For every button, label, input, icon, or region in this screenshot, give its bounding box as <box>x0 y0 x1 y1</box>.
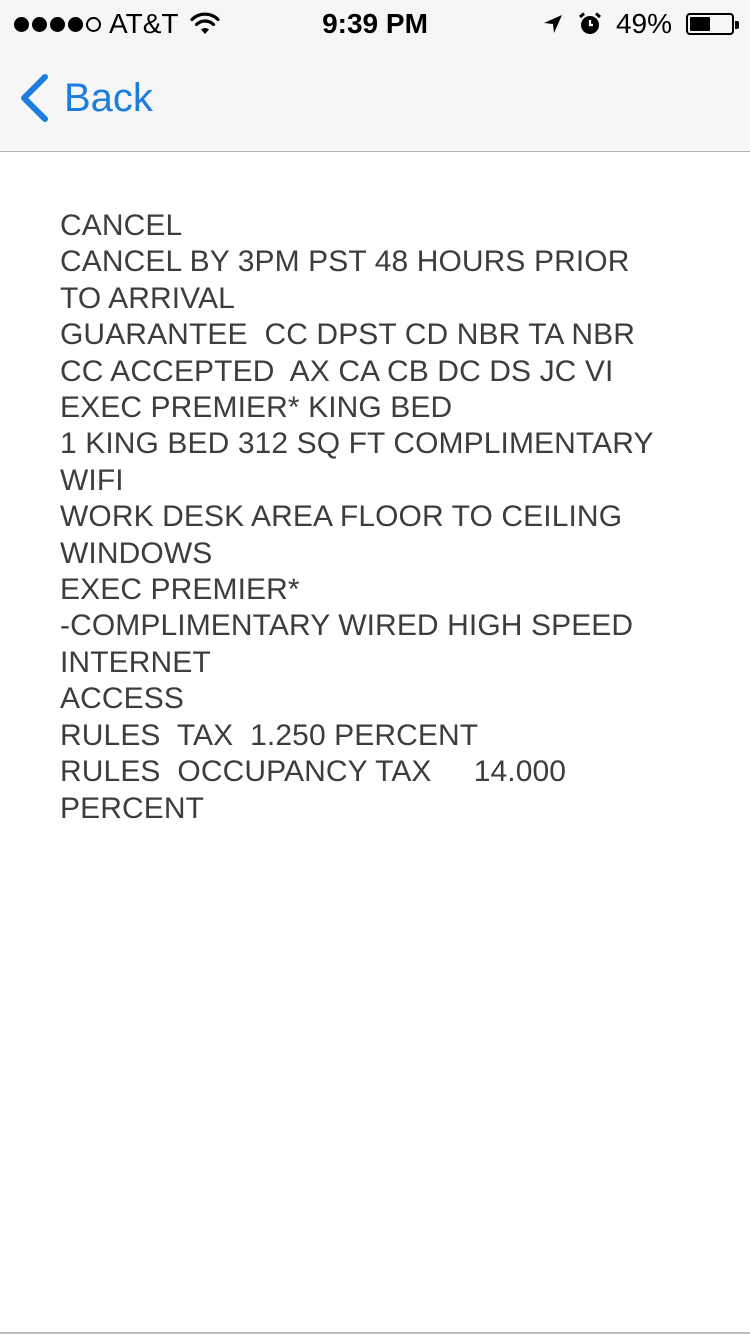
detail-line: WORK DESK AREA FLOOR TO CEILING <box>60 500 623 534</box>
detail-line: EXEC PREMIER* KING BED <box>60 391 453 425</box>
navigation-bar: AT&T 9:39 PM 49% Back <box>0 0 750 152</box>
detail-line: 1 KING BED 312 SQ FT COMPLIMENTARY <box>60 427 654 461</box>
detail-line: ACCESS <box>60 682 184 716</box>
detail-line: RULES TAX 1.250 PERCENT <box>60 718 479 752</box>
detail-line: RULES OCCUPANCY TAX 14.000 <box>60 755 567 789</box>
detail-line: -COMPLIMENTARY WIRED HIGH SPEED <box>60 609 634 643</box>
detail-line: EXEC PREMIER* <box>60 573 300 607</box>
detail-line: GUARANTEE CC DPST CD NBR TA NBR <box>60 318 635 352</box>
battery-icon <box>686 13 739 35</box>
detail-line: WIFI <box>60 463 124 497</box>
back-button-label: Back <box>64 75 153 120</box>
status-bar: AT&T 9:39 PM 49% <box>0 0 750 50</box>
detail-line: WINDOWS <box>60 536 213 570</box>
rate-details-text: CANCEL CANCEL BY 3PM PST 48 HOURS PRIOR TO… <box>60 208 700 827</box>
detail-line: PERCENT <box>60 791 205 825</box>
battery-percent: 49% <box>615 8 672 39</box>
location-arrow-icon <box>543 15 562 33</box>
chevron-left-icon <box>21 74 48 122</box>
detail-line: CANCEL BY 3PM PST 48 HOURS PRIOR <box>60 245 630 279</box>
detail-line: CANCEL <box>60 209 183 242</box>
back-button[interactable]: Back <box>18 74 153 122</box>
alarm-icon <box>578 12 601 34</box>
detail-line: TO ARRIVAL <box>60 281 235 315</box>
detail-line: INTERNET <box>60 645 211 679</box>
detail-line: CC ACCEPTED AX CA CB DC DS JC VI <box>60 354 614 388</box>
